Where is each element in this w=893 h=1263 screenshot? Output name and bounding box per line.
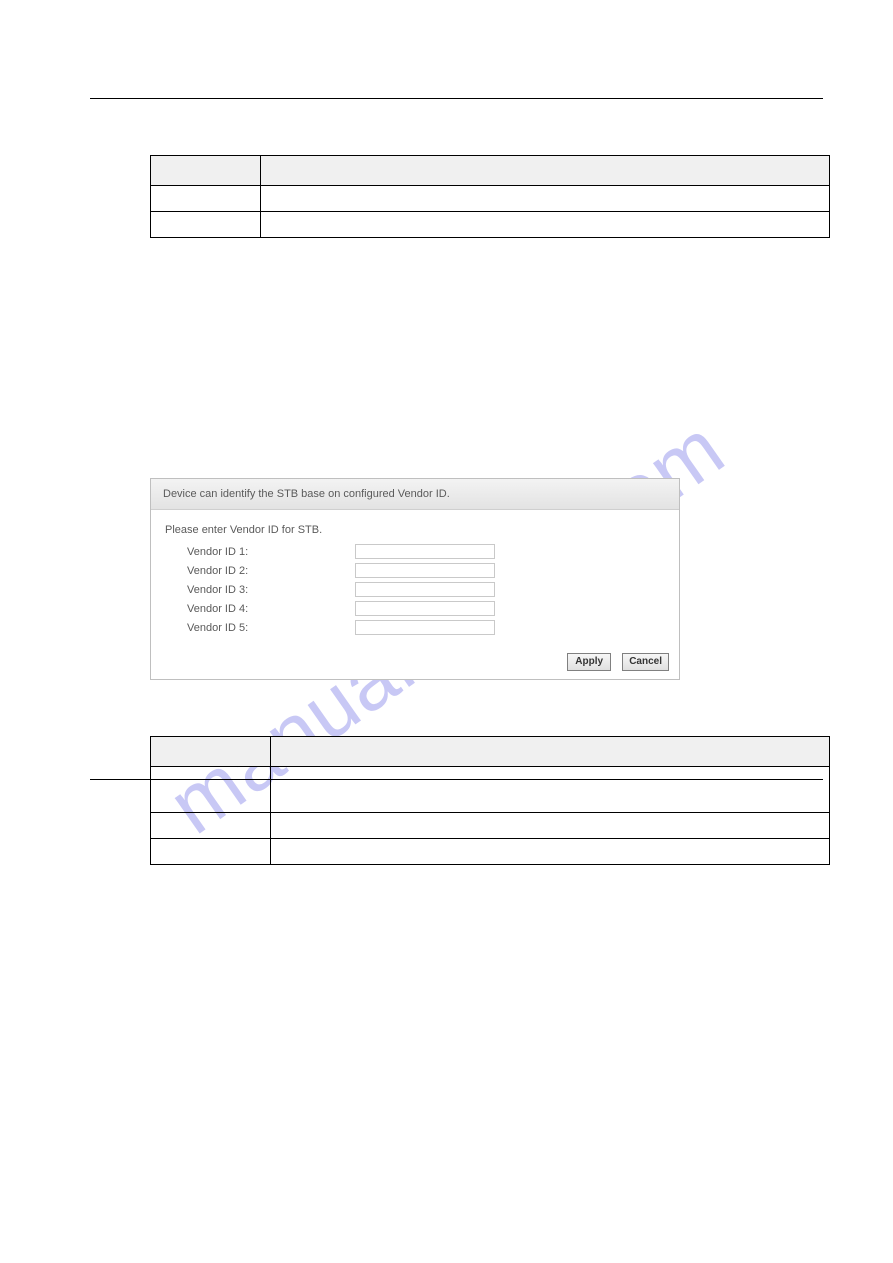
vendor-id-1-label: Vendor ID 1:: [165, 546, 355, 558]
divider-bottom: [90, 779, 823, 780]
table-2-cell: [151, 813, 271, 839]
vendor-id-2-input[interactable]: [355, 563, 495, 578]
vendor-id-4-input[interactable]: [355, 601, 495, 616]
vendor-id-4-label: Vendor ID 4:: [165, 603, 355, 615]
table-1-cell: [261, 186, 830, 212]
table-1-cell: [261, 212, 830, 238]
table-2: [150, 736, 830, 865]
table-1: [150, 155, 830, 238]
field-row: Vendor ID 3:: [165, 582, 665, 597]
panel-footer: Apply Cancel: [151, 647, 679, 679]
table-1-header-b: [261, 156, 830, 186]
vendor-id-2-label: Vendor ID 2:: [165, 565, 355, 577]
panel-body: Please enter Vendor ID for STB. Vendor I…: [151, 510, 679, 647]
field-row: Vendor ID 2:: [165, 563, 665, 578]
vendor-id-5-label: Vendor ID 5:: [165, 622, 355, 634]
table-1-cell: [151, 186, 261, 212]
field-row: Vendor ID 5:: [165, 620, 665, 635]
page-content: Device can identify the STB base on conf…: [0, 0, 893, 925]
table-2-cell: [151, 839, 271, 865]
table-2-cell: [271, 813, 830, 839]
vendor-id-1-input[interactable]: [355, 544, 495, 559]
table-2-cell: [271, 767, 830, 813]
table-2-cell: [151, 767, 271, 813]
panel-header: Device can identify the STB base on conf…: [151, 479, 679, 510]
field-row: Vendor ID 4:: [165, 601, 665, 616]
vendor-id-3-input[interactable]: [355, 582, 495, 597]
table-1-header-a: [151, 156, 261, 186]
apply-button[interactable]: Apply: [567, 653, 611, 671]
stb-vendor-panel: Device can identify the STB base on conf…: [150, 478, 680, 680]
table-2-cell: [271, 839, 830, 865]
table-2-header-a: [151, 737, 271, 767]
table-1-cell: [151, 212, 261, 238]
table-2-header-b: [271, 737, 830, 767]
cancel-button[interactable]: Cancel: [622, 653, 669, 671]
vendor-id-3-label: Vendor ID 3:: [165, 584, 355, 596]
vendor-id-5-input[interactable]: [355, 620, 495, 635]
field-row: Vendor ID 1:: [165, 544, 665, 559]
panel-instruction: Please enter Vendor ID for STB.: [165, 524, 665, 536]
